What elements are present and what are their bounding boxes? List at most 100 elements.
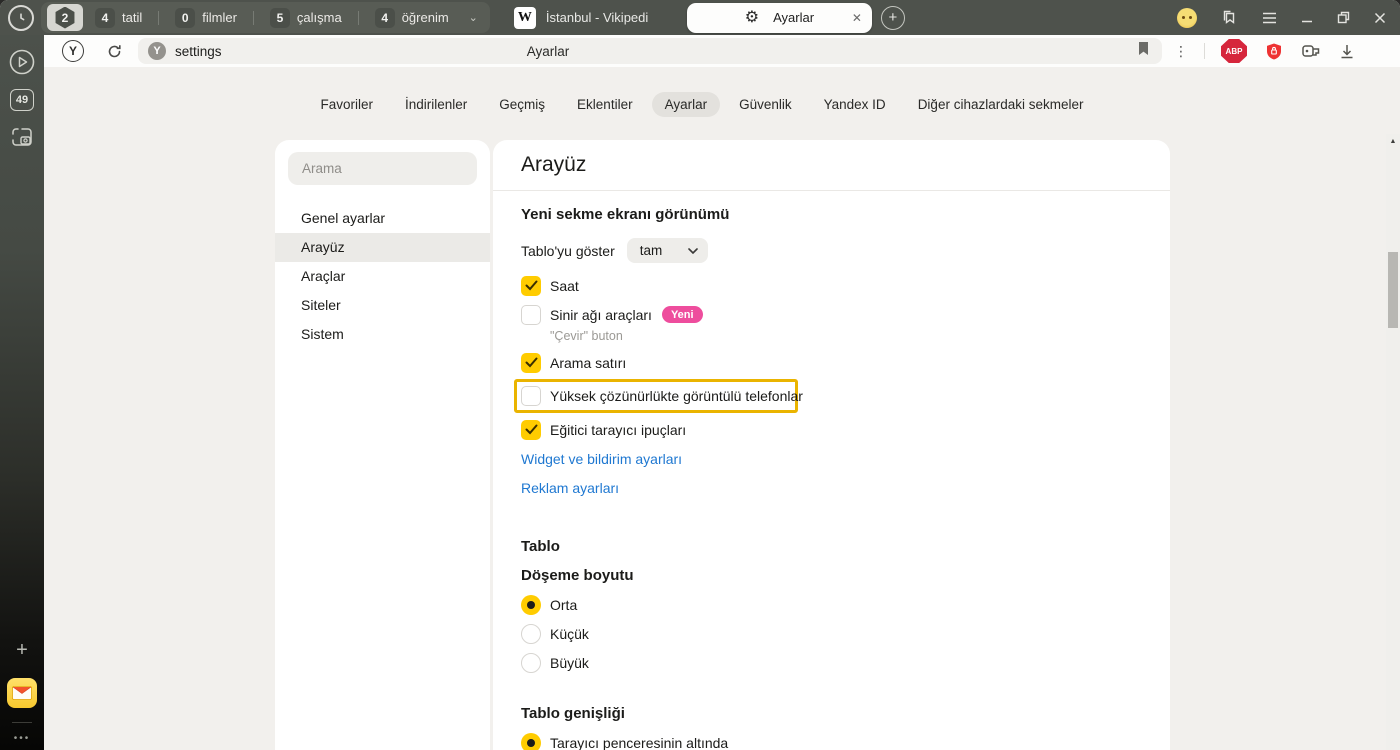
ad-settings-link[interactable]: Reklam ayarları <box>521 480 619 496</box>
protect-shield-icon[interactable] <box>1265 42 1283 61</box>
radio-selected[interactable] <box>521 595 541 615</box>
checkbox-checked[interactable] <box>521 276 541 296</box>
tab-group-tatil[interactable]: 4 tatil <box>85 4 152 31</box>
radio-row-buyuk[interactable]: Büyük <box>521 648 1142 677</box>
side-panels-icon[interactable] <box>1221 9 1238 26</box>
radio-label: Büyük <box>550 655 589 671</box>
settings-sidebar-card: Genel ayarlar Arayüz Araçlar Siteler Sis… <box>275 140 490 750</box>
nav-eklentiler[interactable]: Eklentiler <box>564 92 646 117</box>
tabs-counter-button[interactable]: 49 <box>10 89 34 111</box>
tab-group-label: çalışma <box>297 10 342 25</box>
scrollbar-thumb[interactable] <box>1388 252 1398 328</box>
tab-group-filmler[interactable]: 0 filmler <box>165 4 247 31</box>
tab-close-icon[interactable]: ✕ <box>852 11 862 25</box>
tab-group-ogrenim[interactable]: 4 öğrenim <box>365 4 459 31</box>
tab-group-current[interactable]: 2 <box>47 4 83 31</box>
checkbox-row-egitici-ipuclari[interactable]: Eğitici tarayıcı ipuçları <box>521 415 1142 444</box>
browser-nav-tabs: Favoriler İndirilenler Geçmiş Eklentiler… <box>44 92 1360 117</box>
site-badge-icon: Y <box>148 42 166 60</box>
tab-group-count-badge: 5 <box>270 8 290 28</box>
tab-group-label: filmler <box>202 10 237 25</box>
new-tab-button[interactable]: + <box>881 6 905 30</box>
radio-row-kucuk[interactable]: Küçük <box>521 619 1142 648</box>
wikipedia-favicon: W <box>514 7 536 29</box>
bookmark-icon[interactable] <box>1137 41 1150 61</box>
minimize-button[interactable] <box>1301 12 1313 24</box>
settings-sections: Genel ayarlar Arayüz Araçlar Siteler Sis… <box>275 204 490 349</box>
radio-unselected[interactable] <box>521 624 541 644</box>
nav-favoriler[interactable]: Favoriler <box>307 92 386 117</box>
checkbox-subnote: "Çevir" buton <box>550 329 1142 346</box>
gear-favicon-icon: ⚙ <box>745 10 759 26</box>
add-widget-plus-icon[interactable]: + <box>16 639 28 662</box>
checkbox-row-sinir-agi[interactable]: Sinir ağı araçları Yeni <box>521 300 1142 329</box>
maximize-button[interactable] <box>1337 11 1350 24</box>
nav-gecmis[interactable]: Geçmiş <box>486 92 558 117</box>
scrollbar-up-arrow[interactable]: ▲ <box>1388 138 1398 145</box>
nav-diger-cihazlar[interactable]: Diğer cihazlardaki sekmeler <box>905 92 1097 117</box>
password-manager-key-icon[interactable] <box>1301 42 1321 60</box>
show-table-row: Tablo'yu göster tam <box>521 238 1142 263</box>
tab-group-label: öğrenim <box>402 10 449 25</box>
address-bar[interactable]: Y settings Ayarlar <box>138 38 1162 64</box>
checkbox-row-yuksek-cozunurluk[interactable]: Yüksek çözünürlükte görüntülü telefonlar <box>521 383 803 409</box>
section-siteler[interactable]: Siteler <box>275 291 490 320</box>
tab-group-count-badge: 4 <box>375 8 395 28</box>
rail-more-dots-icon[interactable]: ••• <box>14 733 31 744</box>
checkbox-checked[interactable] <box>521 353 541 373</box>
screenshot-icon[interactable] <box>9 125 35 149</box>
new-tab-view-heading: Yeni sekme ekranı görünümü <box>521 206 1142 223</box>
section-arayuz-active[interactable]: Arayüz <box>275 233 490 262</box>
checkbox-row-arama-satiri[interactable]: Arama satırı <box>521 348 1142 377</box>
address-toolbar: ← Y Y settings Ayarlar ⋮ ABP <box>0 35 1400 67</box>
window-controls <box>1177 8 1400 28</box>
section-sistem[interactable]: Sistem <box>275 320 490 349</box>
tab-istanbul-vikipedi[interactable]: W İstanbul - Vikipedi <box>504 2 679 33</box>
url-text[interactable]: settings <box>175 44 222 59</box>
tab-group-calisma[interactable]: 5 çalışma <box>260 4 352 31</box>
checkbox-checked[interactable] <box>521 420 541 440</box>
nav-yandex-id[interactable]: Yandex ID <box>811 92 899 117</box>
tab-group-count-badge: 4 <box>95 8 115 28</box>
widget-notification-settings-link[interactable]: Widget ve bildirim ayarları <box>521 451 682 467</box>
nav-guvenlik[interactable]: Güvenlik <box>726 92 805 117</box>
page-scrollbar[interactable]: ▲ <box>1386 134 1400 750</box>
nav-ayarlar-active[interactable]: Ayarlar <box>652 92 721 117</box>
yandex-home-button[interactable]: Y <box>62 40 84 62</box>
radio-unselected[interactable] <box>521 653 541 673</box>
tab-title: Ayarlar <box>773 10 814 25</box>
page-title: Ayarlar <box>478 44 618 59</box>
show-table-dropdown[interactable]: tam <box>627 238 708 263</box>
tab-groups-chevron-down-icon[interactable]: ⌄ <box>469 11 478 24</box>
tab-ayarlar-active[interactable]: ⚙ Ayarlar ✕ <box>687 3 872 33</box>
radio-row-orta[interactable]: Orta <box>521 590 1142 619</box>
checkbox-row-saat[interactable]: Saat <box>521 271 1142 300</box>
close-window-button[interactable] <box>1374 12 1386 24</box>
menu-hamburger-icon[interactable] <box>1262 12 1277 24</box>
radio-label: Tarayıcı penceresinin altında <box>550 735 728 750</box>
annotation-highlight-box: Yüksek çözünürlükte görüntülü telefonlar <box>514 379 798 413</box>
tab-bar: 2 4 tatil 0 filmler 5 çalışma 4 öğrenim … <box>0 0 1400 35</box>
reload-button[interactable] <box>102 43 126 60</box>
tab-group-count-badge: 2 <box>54 7 76 29</box>
extensions-menu-dots-icon[interactable]: ⋮ <box>1174 43 1194 60</box>
clock-icon <box>14 11 28 25</box>
radio-row-tarayici-altinda[interactable]: Tarayıcı penceresinin altında <box>521 728 1142 750</box>
adblock-abp-icon[interactable]: ABP <box>1221 39 1247 63</box>
profile-avatar[interactable] <box>1177 8 1197 28</box>
section-genel-ayarlar[interactable]: Genel ayarlar <box>275 204 490 233</box>
section-araclar[interactable]: Araçlar <box>275 262 490 291</box>
settings-search-input[interactable] <box>288 152 477 185</box>
nav-indirilenler[interactable]: İndirilenler <box>392 92 480 117</box>
tab-group-label: tatil <box>122 10 142 25</box>
downloads-icon[interactable] <box>1339 43 1355 60</box>
history-clock-button[interactable] <box>8 5 34 31</box>
checkbox-unchecked[interactable] <box>521 386 541 406</box>
video-play-icon[interactable] <box>9 49 35 75</box>
radio-selected[interactable] <box>521 733 541 750</box>
checkbox-unchecked[interactable] <box>521 305 541 325</box>
yandex-mail-icon[interactable] <box>7 678 37 708</box>
dropdown-value: tam <box>640 243 663 258</box>
side-rail: 49 + ••• <box>0 35 44 750</box>
table-width-heading: Tablo genişliği <box>521 699 1142 728</box>
